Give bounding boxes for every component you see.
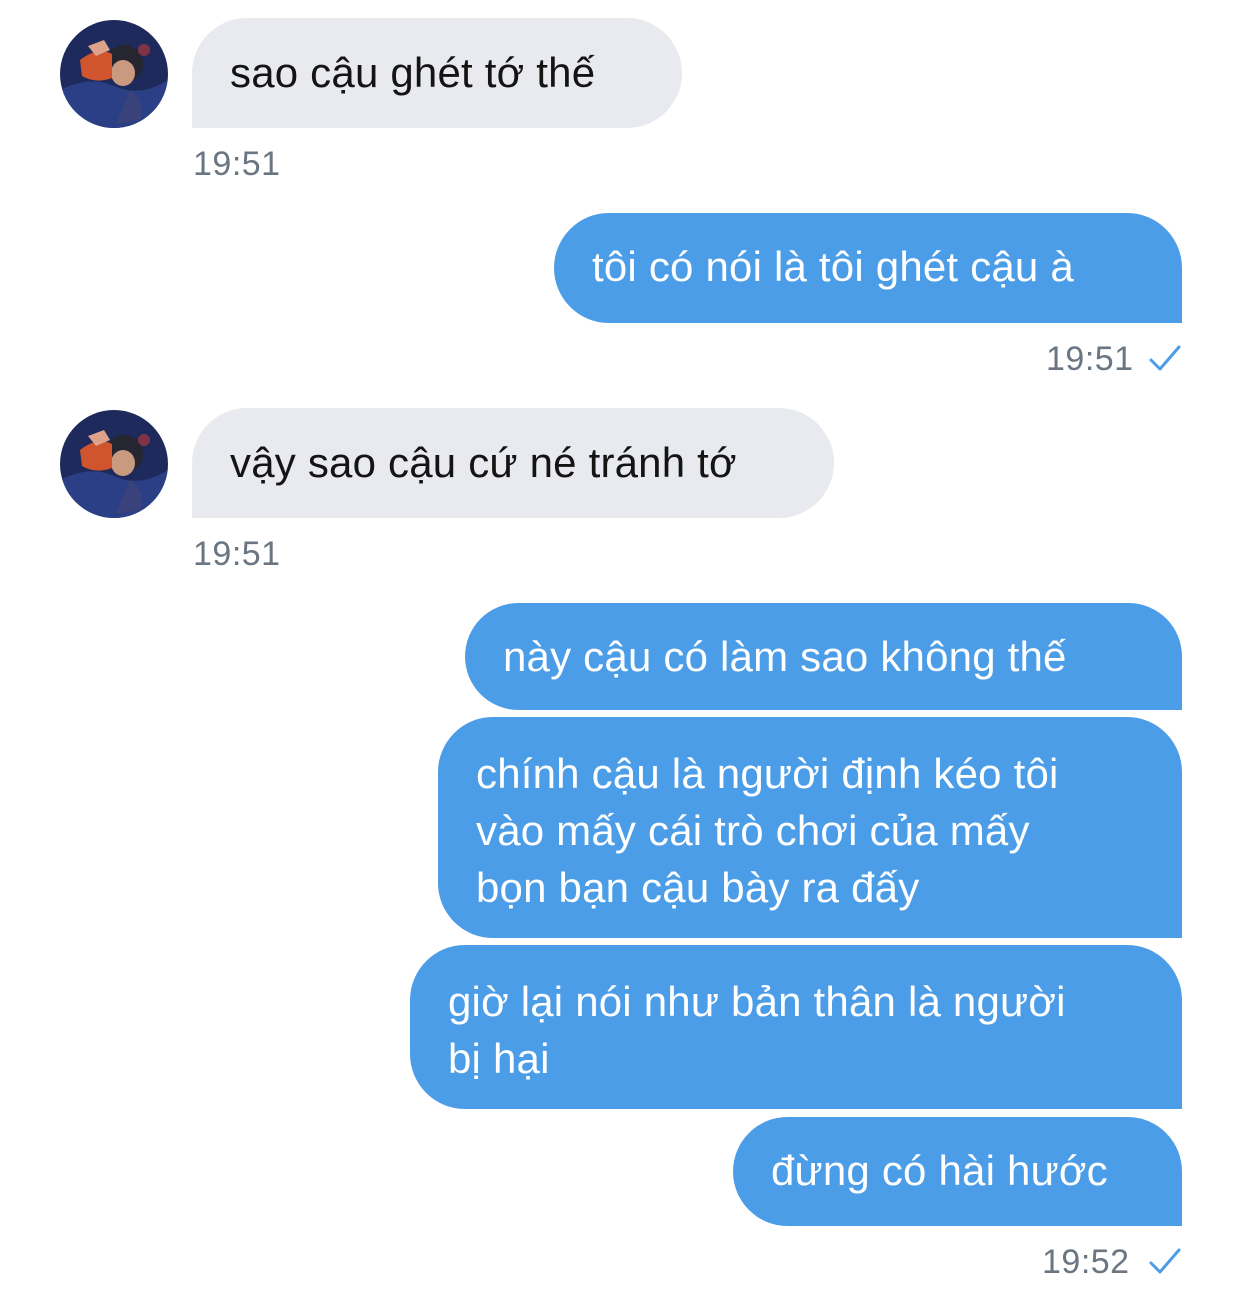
message-text-line: giờ lại nói như bản thân là người (448, 978, 1066, 1025)
message-text: tôi có nói là tôi ghét cậu à (592, 243, 1074, 290)
message-text: sao cậu ghét tớ thế (230, 49, 596, 96)
message-bubble-outgoing[interactable]: đừng có hài hước (733, 1117, 1182, 1226)
contact-avatar[interactable] (60, 410, 168, 518)
avatar-image (60, 410, 168, 518)
message-text-line: bị hại (448, 1035, 550, 1082)
message-timestamp: 19:51 (1046, 340, 1134, 378)
message-timestamp: 19:51 (193, 145, 281, 183)
message-text-line: bọn bạn cậu bày ra đấy (476, 864, 920, 911)
avatar-image (60, 20, 168, 128)
message-text: vậy sao cậu cứ né tránh tớ (230, 439, 737, 486)
message-timestamp: 19:52 (1042, 1243, 1130, 1281)
contact-avatar[interactable] (60, 20, 168, 128)
message-text-line: vào mấy cái trò chơi của mấy (476, 807, 1030, 854)
message-bubble-outgoing[interactable]: giờ lại nói như bản thân là người bị hại (410, 945, 1182, 1109)
read-check-icon (1148, 344, 1182, 374)
message-timestamp: 19:51 (193, 535, 281, 573)
message-bubble-outgoing[interactable]: tôi có nói là tôi ghét cậu à (554, 213, 1182, 323)
message-text: này cậu có làm sao không thế (503, 633, 1067, 680)
message-bubble-outgoing[interactable]: chính cậu là người định kéo tôi vào mấy … (438, 717, 1182, 938)
message-text: đừng có hài hước (771, 1147, 1108, 1194)
read-check-icon (1148, 1247, 1182, 1277)
message-bubble-incoming[interactable]: vậy sao cậu cứ né tránh tớ (192, 408, 834, 518)
message-bubble-outgoing[interactable]: này cậu có làm sao không thế (465, 603, 1182, 710)
message-bubble-incoming[interactable]: sao cậu ghét tớ thế (192, 18, 682, 128)
message-text-line: chính cậu là người định kéo tôi (476, 750, 1059, 797)
